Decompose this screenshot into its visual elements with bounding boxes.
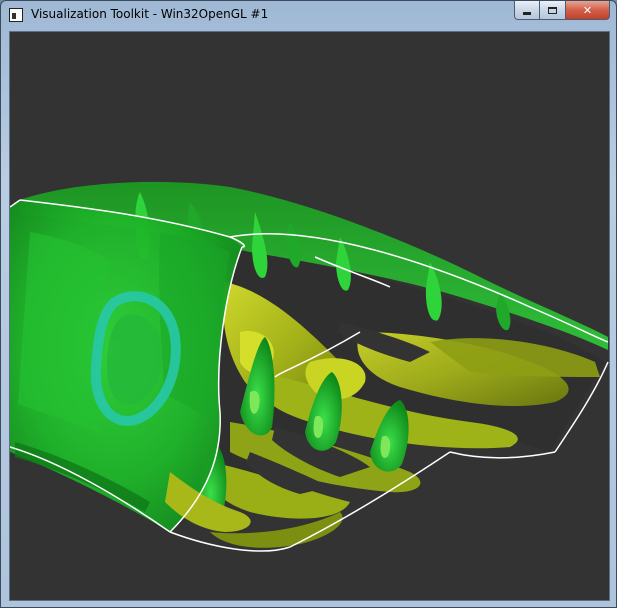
render-canvas[interactable] bbox=[10, 32, 609, 600]
minimize-button[interactable] bbox=[514, 1, 540, 20]
maximize-button[interactable] bbox=[540, 1, 566, 20]
application-window: Visualization Toolkit - Win32OpenGL #1 ✕ bbox=[0, 0, 617, 608]
title-bar[interactable]: Visualization Toolkit - Win32OpenGL #1 ✕ bbox=[1, 1, 616, 31]
close-button[interactable]: ✕ bbox=[566, 1, 610, 20]
render-viewport[interactable] bbox=[9, 31, 610, 601]
window-icon[interactable] bbox=[9, 8, 23, 22]
caption-buttons: ✕ bbox=[514, 1, 610, 21]
minimize-icon bbox=[523, 11, 531, 15]
close-icon: ✕ bbox=[582, 3, 593, 17]
maximize-icon bbox=[548, 6, 557, 14]
window-title: Visualization Toolkit - Win32OpenGL #1 bbox=[31, 7, 269, 21]
